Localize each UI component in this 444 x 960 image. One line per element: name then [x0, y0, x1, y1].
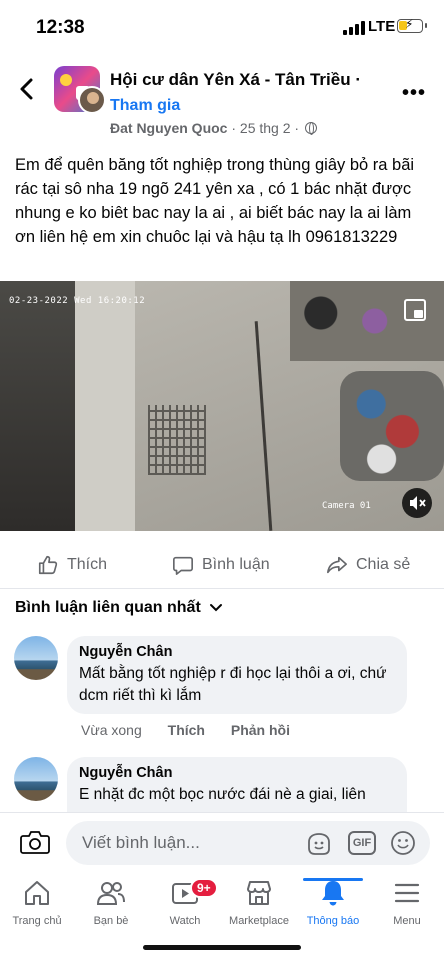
comment-bubble-icon — [173, 556, 193, 575]
tab-marketplace[interactable]: Marketplace — [222, 878, 296, 927]
network-label: LTE — [368, 18, 396, 35]
signal-icon — [343, 21, 365, 35]
tab-menu-label: Menu — [393, 915, 421, 927]
post-meta: Đat Nguyen Quoc · 25 thg 2 · — [110, 120, 317, 136]
post-date: · 25 thg 2 · — [231, 120, 300, 136]
group-name[interactable]: Hội cư dân Yên Xá - Tân Triều · — [110, 70, 361, 90]
comment-text: Mất bằng tốt nghiệp r đi học lại thôi a … — [79, 665, 387, 704]
post-header: Hội cư dân Yên Xá - Tân Triều · Tham gia… — [0, 60, 444, 142]
home-indicator — [143, 945, 301, 950]
post-text: Em để quên băng tốt nghiệp trong thùng g… — [15, 156, 415, 246]
commenter-name[interactable]: Nguyễn Chân — [79, 644, 395, 660]
mute-icon[interactable] — [402, 488, 432, 518]
battery-icon: ⚡ — [397, 17, 427, 33]
back-arrow-icon[interactable] — [14, 76, 40, 102]
share-arrow-icon — [327, 556, 347, 574]
status-time: 12:38 — [36, 17, 85, 38]
like-label: Thích — [67, 556, 108, 573]
status-bar: 12:38 LTE ⚡ — [0, 0, 444, 56]
home-icon — [25, 881, 49, 905]
comment-time: Vừa xong — [81, 722, 142, 738]
like-button[interactable]: Thích — [37, 554, 107, 576]
post-video[interactable]: 02-23-2022 Wed 16:20:12 Camera 01 — [0, 281, 444, 531]
commenter-avatar[interactable] — [14, 636, 58, 680]
tab-home[interactable]: Trang chủ — [0, 878, 74, 927]
menu-hamburger-icon — [394, 883, 420, 903]
watch-badge: 9+ — [190, 878, 218, 898]
commenter-avatar[interactable] — [14, 757, 58, 801]
comments-sort-label: Bình luận liên quan nhất — [15, 599, 201, 616]
author-avatar[interactable] — [78, 86, 106, 114]
comment-composer: GIF — [0, 812, 444, 872]
charging-bolt-icon: ⚡ — [405, 17, 414, 31]
join-group-link[interactable]: Tham gia — [110, 97, 180, 115]
divider — [0, 588, 444, 589]
post-actions: Thích Bình luận Chia sẻ — [0, 546, 444, 586]
comment-reply-button[interactable]: Phản hồi — [231, 722, 290, 738]
comments-sort-dropdown[interactable]: Bình luận liên quan nhất — [15, 599, 223, 617]
tab-watch[interactable]: 9+ Watch — [148, 878, 222, 927]
tab-friends-label: Bạn bè — [93, 915, 129, 927]
tab-watch-label: Watch — [169, 915, 201, 927]
bell-icon — [322, 881, 344, 906]
sticker-icon[interactable] — [306, 832, 332, 856]
camera-icon[interactable] — [20, 829, 50, 855]
thumbs-up-icon — [38, 555, 58, 575]
share-button[interactable]: Chia sẻ — [326, 554, 410, 576]
comment-button[interactable]: Bình luận — [172, 554, 270, 576]
commenter-name[interactable]: Nguyễn Chân — [79, 765, 395, 781]
share-label: Chia sẻ — [356, 556, 411, 573]
comment-bubble: Nguyễn Chân Mất bằng tốt nghiệp r đi học… — [67, 636, 407, 714]
tab-home-label: Trang chủ — [12, 915, 62, 927]
marketplace-store-icon — [247, 881, 271, 905]
globe-icon — [304, 122, 317, 135]
tab-menu[interactable]: Menu — [370, 878, 444, 927]
emoji-icon[interactable] — [390, 830, 416, 856]
comment-like-button[interactable]: Thích — [168, 722, 205, 738]
comment-meta: Vừa xong Thích Phản hồi — [81, 722, 290, 738]
tab-notifications-label: Thông báo — [306, 915, 360, 927]
comment-text: E nhặt đc một bọc nước đái nè a giai, li… — [79, 786, 366, 803]
active-tab-indicator — [303, 878, 363, 881]
video-timestamp: 02-23-2022 Wed 16:20:12 — [9, 296, 146, 306]
tab-friends[interactable]: Bạn bè — [74, 878, 148, 927]
comment-label: Bình luận — [202, 556, 270, 573]
gif-icon[interactable]: GIF — [348, 831, 376, 855]
friends-icon — [96, 882, 125, 905]
tab-notifications[interactable]: Thông báo — [296, 878, 370, 927]
more-options-icon[interactable]: ••• — [402, 82, 426, 105]
picture-in-picture-icon[interactable] — [404, 299, 426, 321]
chevron-down-icon — [209, 604, 222, 612]
tab-marketplace-label: Marketplace — [229, 915, 289, 927]
video-camera-label: Camera 01 — [322, 501, 371, 511]
author-name[interactable]: Đat Nguyen Quoc — [110, 120, 227, 136]
